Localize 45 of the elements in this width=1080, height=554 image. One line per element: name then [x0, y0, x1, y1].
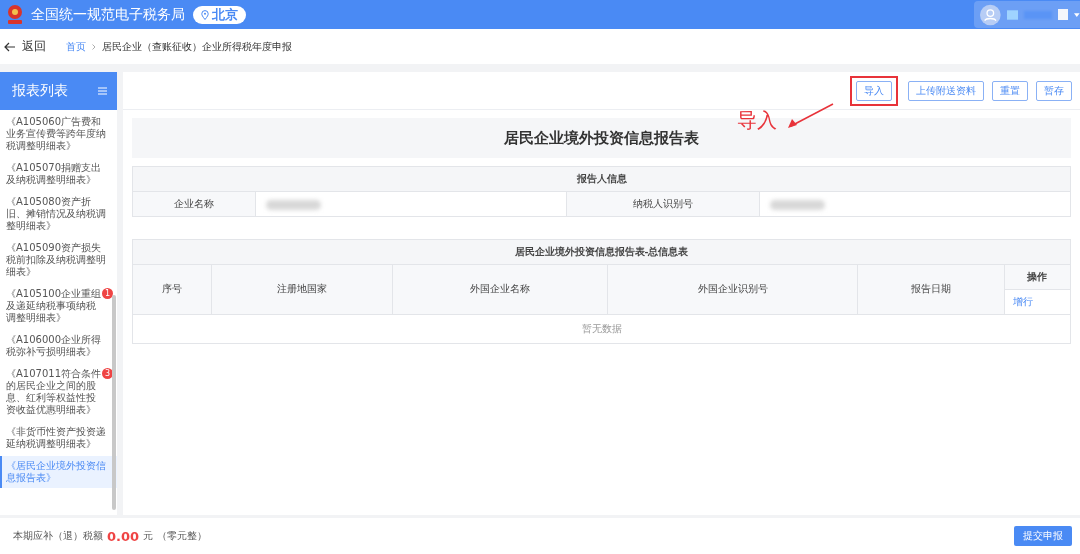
toolbar-button[interactable]: 导入 [856, 80, 892, 101]
column-header: 注册地国家 [211, 264, 393, 315]
toolbar-button[interactable]: 暂存 [1036, 80, 1072, 101]
breadcrumb-text: 居民企业（查账征收）企业所得税年度申报 [102, 39, 292, 54]
sidebar-title: 报表列表 [12, 82, 68, 100]
menu-icon[interactable] [98, 87, 107, 95]
site-title: 全国统一规范电子税务局 [31, 5, 185, 24]
back-link[interactable]: 返回 [4, 38, 46, 55]
toolbar-button[interactable]: 上传附送资料 [908, 80, 984, 101]
sidebar-item[interactable]: 《A105090资产损失税前扣除及纳税调整明细表》 [0, 238, 117, 282]
emblem-icon [5, 3, 25, 26]
tax-amount: 0.00 [107, 528, 140, 544]
avatar-icon [980, 3, 1001, 26]
sidebar-item[interactable]: 《A105070捐赠支出及纳税调整明细表》 [0, 158, 117, 190]
count-badge: 1 [102, 288, 113, 299]
field-label: 企业名称 [132, 191, 256, 217]
sidebar-item[interactable]: 《A106000企业所得税弥补亏损明细表》 [0, 330, 117, 362]
column-header: 报告日期 [857, 264, 1005, 315]
column-header: 外国企业名称 [392, 264, 608, 315]
tax-due-label: 本期应补（退）税额 [13, 529, 103, 543]
empty-message: 暂无数据 [132, 314, 1071, 344]
column-header: 序号 [132, 264, 212, 315]
table-heading: 居民企业境外投资信息报告表-总信息表 [132, 239, 1071, 265]
breadcrumb-link[interactable]: 首页 [66, 39, 86, 54]
pin-icon [201, 9, 209, 20]
table-heading: 报告人信息 [132, 166, 1071, 192]
back-arrow-icon [4, 41, 16, 52]
folder-icon [1006, 8, 1018, 21]
square-icon [1058, 9, 1069, 20]
amount-in-words: （零元整） [157, 529, 208, 543]
annotation-arrow [788, 103, 834, 128]
currency-unit: 元 [143, 529, 154, 543]
sidebar-item[interactable]: 《A105060广告费和业务宣传费等跨年度纳税调整明细表》 [0, 112, 117, 156]
scrollbar-thumb[interactable] [112, 295, 116, 510]
user-panel[interactable] [974, 1, 1080, 28]
annotation-label: 导入 [737, 107, 777, 134]
sidebar-item[interactable]: 《A105100企业重组及递延纳税事项纳税调整明细表》 1 [0, 284, 117, 328]
column-header: 外国企业识别号 [607, 264, 858, 315]
chevron-icon [92, 43, 96, 50]
caret-icon [1074, 12, 1080, 17]
toolbar-button[interactable]: 重置 [992, 80, 1028, 101]
sidebar-item[interactable]: 《非货币性资产投资递延纳税调整明细表》 [0, 422, 117, 454]
sidebar-item[interactable]: 《A105080资产折旧、摊销情况及纳税调整明细表》 [0, 192, 117, 236]
field-label: 纳税人识别号 [566, 191, 760, 217]
add-row-link[interactable]: 增行 [1013, 295, 1033, 307]
